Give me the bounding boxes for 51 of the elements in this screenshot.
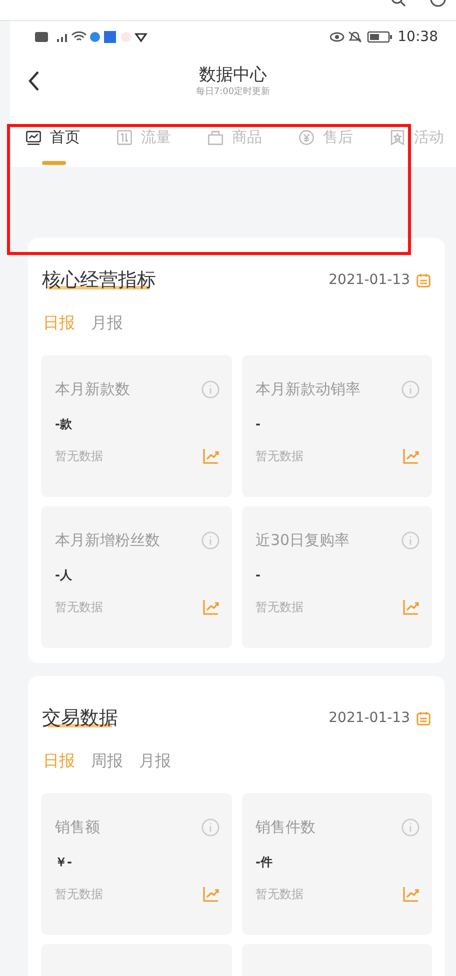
metric-tile[interactable]: 近30日复购率 - 暂无数据 <box>242 506 432 648</box>
tab-icon <box>298 129 315 146</box>
nav-tab[interactable]: 首页 <box>25 110 116 165</box>
no-data-text: 暂无数据 <box>55 448 103 465</box>
metric-value: -件 <box>256 854 272 871</box>
metric-label: 销售件数 <box>256 817 316 838</box>
trend-chart-icon[interactable] <box>202 447 220 465</box>
back-icon[interactable] <box>27 70 41 92</box>
metric-tile[interactable]: 本月新增粉丝数 -人 暂无数据 <box>41 506 232 648</box>
no-data-text: 暂无数据 <box>55 886 103 903</box>
tab-icon <box>116 129 133 146</box>
info-icon[interactable] <box>401 530 420 550</box>
metric-tile[interactable]: 销售件数 -件 暂无数据 <box>242 793 432 935</box>
no-data-text: 暂无数据 <box>256 448 304 465</box>
info-icon[interactable] <box>401 818 420 836</box>
no-data-text: 暂无数据 <box>256 599 304 616</box>
metric-tile[interactable]: 本月新款数 -款 暂无数据 <box>41 355 232 497</box>
trend-chart-icon[interactable] <box>402 598 420 616</box>
date-picker[interactable]: 2021-01-13 <box>328 710 431 726</box>
tab-icon <box>389 129 406 146</box>
trend-chart-icon[interactable] <box>402 447 420 465</box>
metric-value: - <box>256 567 260 584</box>
info-icon[interactable] <box>200 818 220 836</box>
no-data-text: 暂无数据 <box>55 599 103 616</box>
trend-chart-icon[interactable] <box>202 885 220 903</box>
page-title: 数据中心 <box>199 64 267 86</box>
calendar-icon <box>416 710 431 726</box>
calendar-icon <box>416 272 431 288</box>
metric-label: 本月新款动销率 <box>256 379 360 400</box>
tab-icon <box>25 129 42 146</box>
metric-label: 本月新增粉丝数 <box>55 530 160 551</box>
info-icon[interactable] <box>401 380 420 398</box>
metric-label: 销售额 <box>55 817 100 838</box>
no-data-text: 暂无数据 <box>256 886 304 903</box>
metric-value: - <box>256 416 260 433</box>
info-icon[interactable] <box>200 380 220 398</box>
metric-tile[interactable]: 本月新款动销率 - 暂无数据 <box>242 355 432 497</box>
clock-time: 10:38 <box>398 28 438 44</box>
metric-value: ￥- <box>55 854 72 871</box>
metric-value: -款 <box>55 416 72 433</box>
date-picker[interactable]: 2021-01-13 <box>328 272 431 288</box>
metric-label: 本月新款数 <box>55 379 130 400</box>
metric-value: -人 <box>55 567 72 584</box>
update-note: 每日7:00定时更新 <box>196 86 270 98</box>
metric-tile[interactable]: 销售额 ￥- 暂无数据 <box>41 793 232 935</box>
trend-chart-icon[interactable] <box>402 885 420 903</box>
info-icon[interactable] <box>200 530 220 550</box>
tab-icon <box>207 129 224 146</box>
status-icons-drawing <box>330 30 394 42</box>
trend-chart-icon[interactable] <box>202 598 220 616</box>
metric-label: 近30日复购率 <box>256 530 350 551</box>
